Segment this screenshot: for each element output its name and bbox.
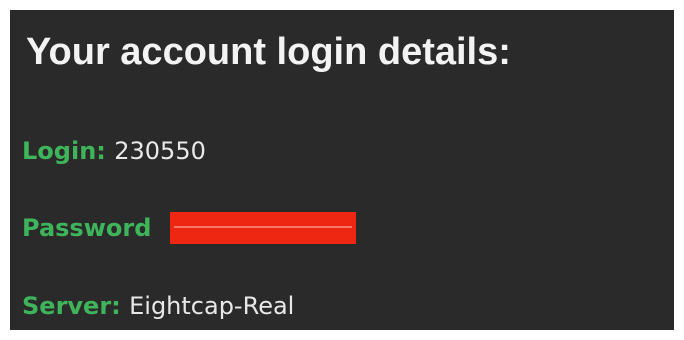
page-title: Your account login details: [26, 31, 511, 73]
login-value: 230550 [114, 137, 206, 165]
password-redaction-bar [170, 212, 356, 244]
server-row: Server: Eightcap-Real [22, 291, 294, 321]
login-row: Login: 230550 [22, 136, 206, 166]
password-label: Password [22, 214, 152, 242]
redaction-scratch-mark [174, 226, 352, 228]
password-row: Password [22, 213, 151, 243]
server-value: Eightcap-Real [129, 292, 295, 320]
login-details-panel: Your account login details: Login: 23055… [10, 10, 674, 330]
login-label: Login: [22, 137, 115, 165]
server-label: Server: [22, 292, 130, 320]
